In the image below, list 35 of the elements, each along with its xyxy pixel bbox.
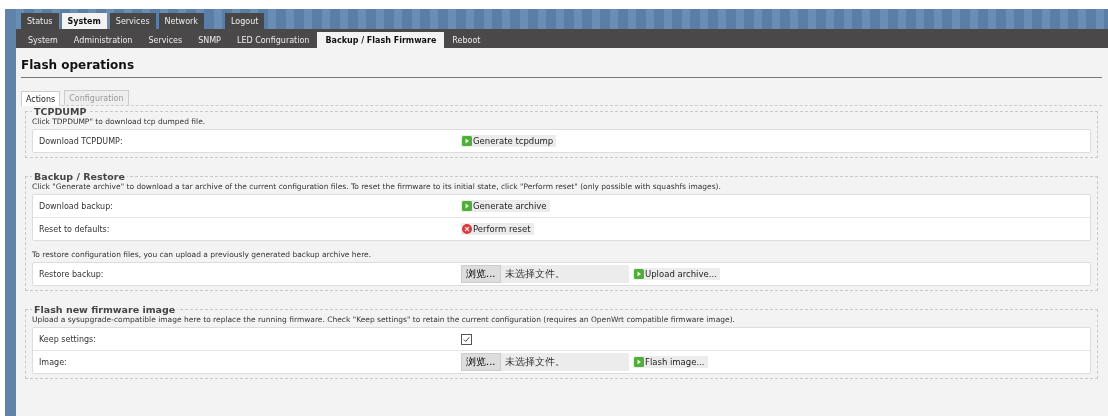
field-label: Image: [38,357,68,367]
menu-tab[interactable]: Services [109,13,156,29]
action-button[interactable]: Generate tcpdump [461,135,557,147]
file-status: 未选择文件。 [503,355,565,369]
submenu-tab[interactable]: Backup / Flash Firmware [317,32,445,48]
action-button[interactable]: Generate archive [461,200,550,212]
field-label: Keep settings: [38,334,97,344]
submenu-tab[interactable]: SNMP [190,32,229,48]
section-legend: Flash new firmware image [32,304,178,315]
submenu-tab[interactable]: Services [140,32,191,48]
file-field[interactable]: 浏览... 未选择文件。 [461,353,629,371]
menu-tab[interactable]: Network [158,13,204,29]
section-tab[interactable]: Actions [21,91,61,106]
file-status: 未选择文件。 [503,267,565,281]
section-legend: Backup / Restore [32,171,127,182]
page-title: Flash operations [21,58,1102,78]
action-button[interactable]: Flash image... [633,356,708,368]
submenu-tab[interactable]: System [20,32,66,48]
browse-button[interactable]: 浏览... [461,353,501,371]
submenu-tab[interactable]: LED Configuration [228,32,318,48]
field-label: Restore backup: [38,269,105,279]
field-label: Reset to defaults: [38,224,111,234]
field-label: Download TCPDUMP: [38,136,124,146]
menu-tab[interactable]: Status [21,13,59,29]
menu-tab[interactable]: System [61,13,107,29]
submenu-tab[interactable]: Administration [65,32,141,48]
field-label: Download backup: [38,201,114,211]
browse-button[interactable]: 浏览... [461,265,501,283]
logout-tab[interactable]: Logout [224,13,265,29]
submenu-tab[interactable]: Reboot [444,32,489,48]
checkbox[interactable] [461,333,472,345]
section-legend: TCPDUMP [32,106,89,117]
file-field[interactable]: 浏览... 未选择文件。 [461,265,629,283]
action-button[interactable]: Upload archive... [633,268,720,280]
action-button[interactable]: Perform reset [461,223,534,235]
